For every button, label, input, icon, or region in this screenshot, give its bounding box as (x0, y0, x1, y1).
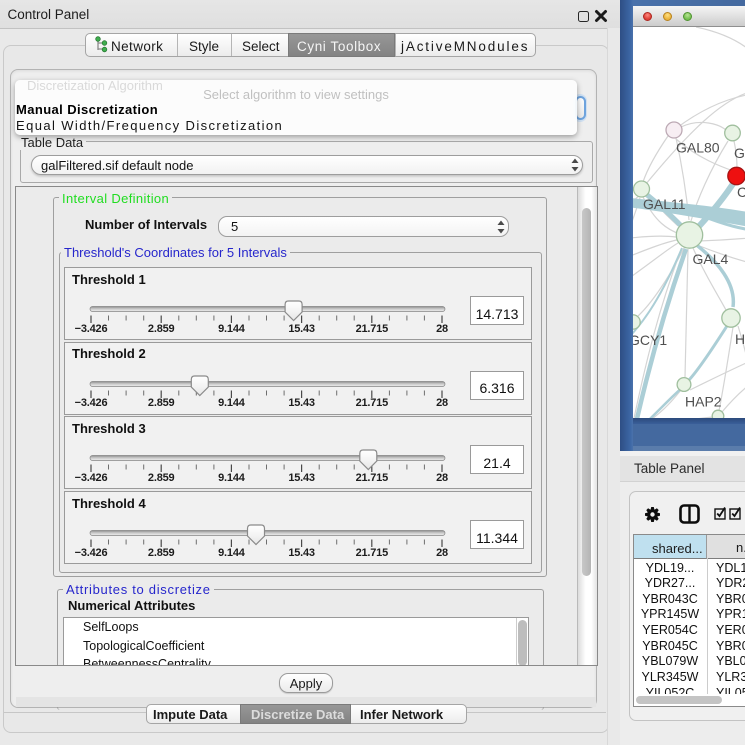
svg-text:H: H (735, 331, 745, 347)
svg-text:GAL11: GAL11 (643, 196, 686, 212)
svg-text:GAL80: GAL80 (676, 140, 720, 156)
svg-text:C: C (737, 184, 745, 200)
svg-text:GAL4: GAL4 (693, 251, 729, 267)
svg-text:GCY1: GCY1 (633, 332, 667, 348)
svg-text:GAL: GAL (734, 145, 745, 161)
svg-text:HAP2: HAP2 (685, 394, 722, 410)
